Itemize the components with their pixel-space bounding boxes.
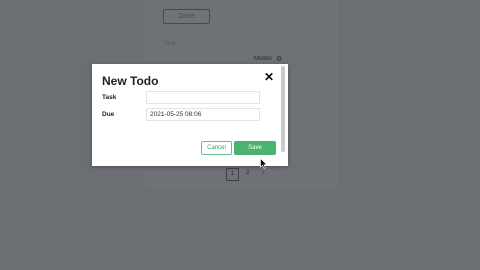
- task-column-header: Task: [163, 41, 176, 47]
- task-label: Task: [102, 94, 117, 101]
- pagination-page-1: 1: [226, 168, 239, 181]
- modes-label: Modes: [254, 56, 273, 62]
- new-todo-modal: New Todo ✕ Task Due Cancel Save: [92, 64, 288, 166]
- mouse-cursor-icon: [260, 158, 268, 169]
- due-label: Due: [102, 111, 115, 118]
- due-input[interactable]: [146, 108, 260, 121]
- cancel-button[interactable]: Cancel: [201, 141, 232, 155]
- pagination-page-2: 2: [245, 170, 250, 176]
- modal-title: New Todo: [102, 74, 159, 88]
- task-input[interactable]: [146, 91, 260, 104]
- save-button[interactable]: Save: [234, 141, 276, 155]
- gear-icon: ⚙: [276, 56, 283, 63]
- close-icon[interactable]: ✕: [263, 71, 275, 83]
- modal-scrollbar[interactable]: [281, 66, 285, 152]
- done-button: Done: [163, 9, 210, 24]
- pagination-next: ›: [262, 170, 265, 176]
